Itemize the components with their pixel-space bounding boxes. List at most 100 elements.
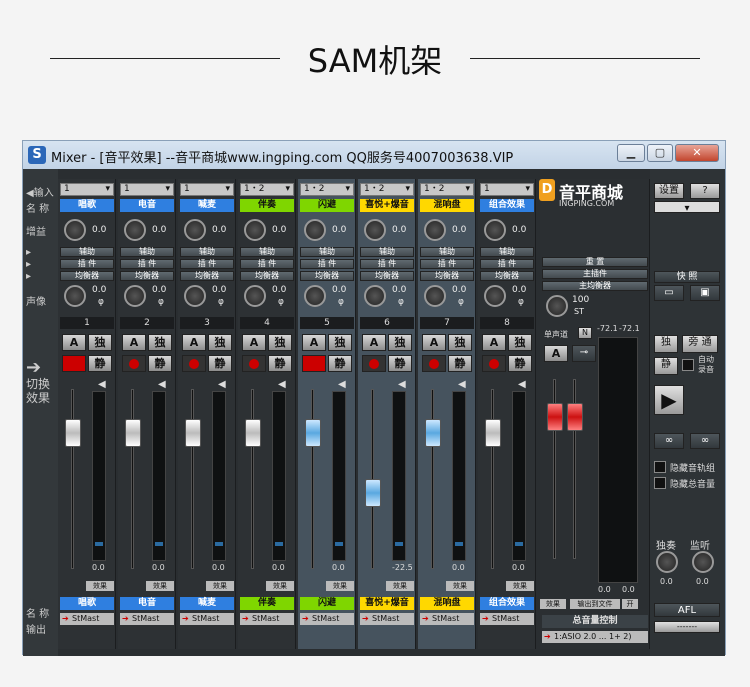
eq-button[interactable]: 均衡器 <box>180 271 234 281</box>
pan-knob[interactable] <box>124 285 146 307</box>
a-button[interactable]: A <box>242 334 266 351</box>
eq-button[interactable]: 均衡器 <box>60 271 114 281</box>
record-button[interactable] <box>482 355 506 372</box>
eq-button[interactable]: 均衡器 <box>420 271 474 281</box>
channel-fader[interactable] <box>245 419 261 447</box>
n-button[interactable]: N <box>578 327 592 339</box>
bypass-button[interactable]: 旁 通 <box>682 335 718 353</box>
mute-button[interactable]: 静 <box>208 355 232 372</box>
channel-name[interactable]: 闪避 <box>300 199 354 212</box>
a-button[interactable]: A <box>62 334 86 351</box>
gain-knob[interactable] <box>364 219 386 241</box>
input-select[interactable]: 1・2 <box>420 183 474 196</box>
aux-button[interactable]: 辅助 <box>120 247 174 257</box>
fx-button[interactable]: 效果 <box>146 581 174 591</box>
master-fader-right[interactable] <box>567 403 583 431</box>
master-a-button[interactable]: A <box>544 345 568 362</box>
insert-button[interactable]: 插 件 <box>240 259 294 269</box>
monitor-knob[interactable] <box>692 551 714 573</box>
pan-knob[interactable] <box>244 285 266 307</box>
input-select[interactable]: 1・2 <box>240 183 294 196</box>
global-solo-button[interactable]: 独 <box>654 335 678 353</box>
gain-knob[interactable] <box>424 219 446 241</box>
monitor-output-select[interactable]: ------- <box>654 621 720 633</box>
arrow-icon[interactable]: ▸ <box>26 271 31 282</box>
insert-button[interactable]: 插 件 <box>420 259 474 269</box>
a-button[interactable]: A <box>482 334 506 351</box>
input-select[interactable]: 1 <box>60 183 114 196</box>
insert-button[interactable]: 插 件 <box>120 259 174 269</box>
output-select[interactable]: StMast <box>60 613 114 625</box>
minimize-button[interactable]: ▁ <box>617 144 645 162</box>
link-icon[interactable]: ∞ <box>654 433 684 449</box>
arrow-icon[interactable]: ▸ <box>26 259 31 270</box>
insert-button[interactable]: 插 件 <box>480 259 534 269</box>
channel-name[interactable]: 组合效果 <box>480 199 534 212</box>
solo-knob[interactable] <box>656 551 678 573</box>
output-select[interactable]: StMast <box>120 613 174 625</box>
mute-button[interactable]: 静 <box>388 355 412 372</box>
master-reset-button[interactable]: 重 置 <box>542 257 648 267</box>
eq-button[interactable]: 均衡器 <box>360 271 414 281</box>
input-select[interactable]: 1・2 <box>300 183 354 196</box>
channel-name[interactable]: 唱歌 <box>60 199 114 212</box>
channel-name[interactable]: 喊麦 <box>180 199 234 212</box>
solo-button[interactable]: 独 <box>388 334 412 351</box>
fx-button[interactable]: 效果 <box>86 581 114 591</box>
gain-knob[interactable] <box>304 219 326 241</box>
output-select[interactable]: StMast <box>360 613 414 625</box>
master-eq-button[interactable]: 主均衡器 <box>542 281 648 291</box>
solo-button[interactable]: 独 <box>328 334 352 351</box>
mute-button[interactable]: 静 <box>508 355 532 372</box>
output-select[interactable]: StMast <box>480 613 534 625</box>
solo-button[interactable]: 独 <box>508 334 532 351</box>
fx-button[interactable]: 效果 <box>386 581 414 591</box>
channel-name[interactable]: 混响盘 <box>420 199 474 212</box>
record-button[interactable] <box>182 355 206 372</box>
output-select[interactable]: StMast <box>180 613 234 625</box>
folder-open-icon[interactable]: ▭ <box>654 285 684 301</box>
output-select[interactable]: StMast <box>420 613 474 625</box>
record-button[interactable] <box>422 355 446 372</box>
gain-knob[interactable] <box>484 219 506 241</box>
pan-knob[interactable] <box>304 285 326 307</box>
eq-button[interactable]: 均衡器 <box>480 271 534 281</box>
link-icon[interactable]: ∞ <box>690 433 720 449</box>
eq-button[interactable]: 均衡器 <box>300 271 354 281</box>
insert-button[interactable]: 插 件 <box>60 259 114 269</box>
afl-button[interactable]: AFL <box>654 603 720 617</box>
a-button[interactable]: A <box>422 334 446 351</box>
mute-button[interactable]: 静 <box>268 355 292 372</box>
channel-name[interactable]: 喜悦+爆音 <box>360 199 414 212</box>
aux-button[interactable]: 辅助 <box>60 247 114 257</box>
record-button[interactable] <box>122 355 146 372</box>
aux-button[interactable]: 辅助 <box>480 247 534 257</box>
output-select[interactable]: StMast <box>240 613 294 625</box>
gain-knob[interactable] <box>124 219 146 241</box>
solo-button[interactable]: 独 <box>448 334 472 351</box>
insert-button[interactable]: 插 件 <box>180 259 234 269</box>
gain-knob[interactable] <box>64 219 86 241</box>
aux-button[interactable]: 辅助 <box>360 247 414 257</box>
preset-select[interactable]: ▾ <box>654 201 720 214</box>
mute-button[interactable]: 静 <box>328 355 352 372</box>
master-fader-left[interactable] <box>547 403 563 431</box>
global-mute-button[interactable]: 静 <box>654 357 678 375</box>
settings-button[interactable]: 设置 <box>654 183 684 199</box>
channel-fader[interactable] <box>425 419 441 447</box>
input-select[interactable]: 1・2 <box>360 183 414 196</box>
mute-button[interactable]: 静 <box>148 355 172 372</box>
eq-button[interactable]: 均衡器 <box>240 271 294 281</box>
input-select[interactable]: 1 <box>480 183 534 196</box>
insert-button[interactable]: 插 件 <box>300 259 354 269</box>
gain-knob[interactable] <box>184 219 206 241</box>
pan-knob[interactable] <box>364 285 386 307</box>
pan-knob[interactable] <box>424 285 446 307</box>
snapshot-button[interactable]: 快 照 <box>654 271 720 283</box>
switch-fx-label[interactable]: 切换 效果 <box>26 377 50 405</box>
fx-button[interactable]: 效果 <box>506 581 534 591</box>
fx-button[interactable]: 效果 <box>446 581 474 591</box>
aux-button[interactable]: 辅助 <box>180 247 234 257</box>
channel-fader[interactable] <box>305 419 321 447</box>
channel-name[interactable]: 电音 <box>120 199 174 212</box>
